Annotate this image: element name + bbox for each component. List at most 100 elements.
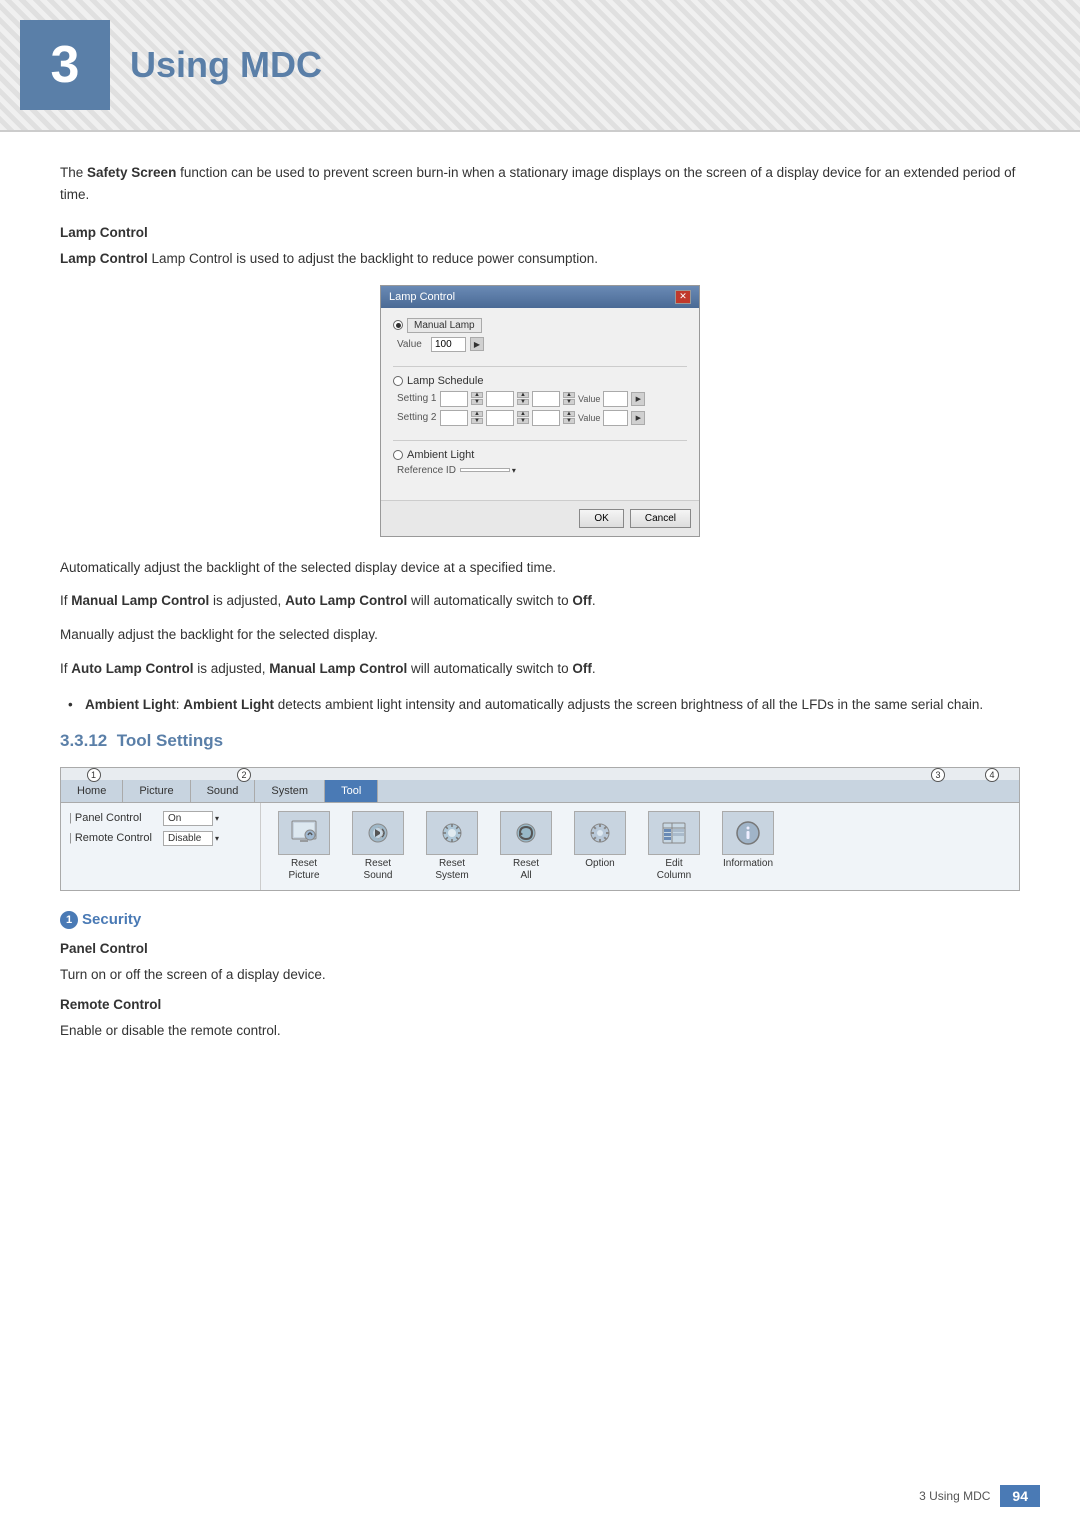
intro-text: The Safety Screen function can be used t… [60, 162, 1020, 205]
manually-adjust-text: Manually adjust the backlight for the se… [60, 624, 1020, 646]
divider-1 [393, 366, 687, 367]
tool-body: Panel Control On ▾ Remote Control Disabl… [61, 803, 1019, 890]
panel-control-desc: Turn on or off the screen of a display d… [60, 964, 1020, 986]
tabs-container: 1 2 3 4 Home Picture Sound System Tool [61, 768, 1019, 803]
information-icon-box[interactable] [722, 811, 774, 855]
time-field-2d[interactable] [603, 410, 628, 426]
time-field-1b[interactable] [486, 391, 514, 407]
security-title: Security [82, 911, 141, 928]
time-field-2b[interactable] [486, 410, 514, 426]
schedule-setting2-row: Setting 2 ▲▼ ▲▼ ▲▼ Value [393, 410, 687, 426]
page-footer: 3 Using MDC 94 [919, 1485, 1040, 1507]
value-input[interactable] [431, 337, 466, 352]
page-number: 94 [1000, 1485, 1040, 1507]
information-icon [732, 817, 764, 849]
manual-lamp-section: Manual Lamp Value ▶ [393, 318, 687, 352]
remote-dropdown-arrow[interactable]: ▾ [215, 834, 219, 843]
setting2-label: Setting 2 [397, 412, 437, 423]
reset-picture-icon [288, 817, 320, 849]
time-arrow-2a[interactable]: ▲▼ [471, 411, 483, 424]
remote-control-row: Remote Control Disable ▾ [69, 831, 252, 846]
panel-control-row: Panel Control On ▾ [69, 811, 252, 826]
schedule-setting1-row: Setting 1 ▲▼ ▲▼ ▲▼ Value [393, 391, 687, 407]
edit-column-item[interactable]: EditColumn [639, 811, 709, 882]
remote-control-value[interactable]: Disable [163, 831, 213, 846]
time-field-2a[interactable] [440, 410, 468, 426]
ambient-light-radio-button[interactable] [393, 450, 403, 460]
divider-2 [393, 440, 687, 441]
reset-picture-icon-box[interactable] [278, 811, 330, 855]
remote-control-desc: Enable or disable the remote control. [60, 1020, 1020, 1042]
lamp-schedule-radio[interactable]: Lamp Schedule [393, 375, 687, 387]
manual-to-auto-text: If Manual Lamp Control is adjusted, Auto… [60, 590, 1020, 612]
cancel-button[interactable]: Cancel [630, 509, 691, 528]
tab-tool[interactable]: Tool [325, 780, 378, 802]
time-arrow-1b[interactable]: ▲▼ [517, 392, 529, 405]
dialog-footer: OK Cancel [381, 500, 699, 536]
dialog-body: Manual Lamp Value ▶ Lamp Schedule [381, 308, 699, 500]
manual-lamp-value-row: Value ▶ [393, 337, 687, 352]
time-field-1d[interactable] [603, 391, 628, 407]
ok-button[interactable]: OK [579, 509, 623, 528]
manual-lamp-radio-button[interactable] [393, 320, 403, 330]
reset-all-icon-box[interactable] [500, 811, 552, 855]
ambient-light-label: Ambient Light [407, 449, 474, 461]
time-arrow-2c[interactable]: ▲▼ [563, 411, 575, 424]
manual-lamp-label: Manual Lamp [407, 318, 482, 333]
information-label: Information [723, 858, 773, 870]
reset-all-item[interactable]: ResetAll [491, 811, 561, 882]
chapter-title: Using MDC [130, 44, 322, 86]
reset-sound-icon-box[interactable] [352, 811, 404, 855]
time-arrow-1a[interactable]: ▲▼ [471, 392, 483, 405]
value-arrow-1[interactable]: ▶ [631, 392, 645, 406]
value-label: Value [397, 339, 427, 350]
manual-lamp-radio[interactable]: Manual Lamp [393, 318, 687, 333]
reset-system-item[interactable]: ResetSystem [417, 811, 487, 882]
security-section-title: 1 Security [60, 911, 1020, 929]
option-icon-box[interactable] [574, 811, 626, 855]
information-item[interactable]: Information [713, 811, 783, 882]
panel-control-value[interactable]: On [163, 811, 213, 826]
value-arrow[interactable]: ▶ [470, 337, 484, 351]
reset-system-icon-box[interactable] [426, 811, 478, 855]
time-field-1c[interactable] [532, 391, 560, 407]
lamp-control-dialog-container: Lamp Control ✕ Manual Lamp Value ▶ [60, 285, 1020, 537]
reset-sound-label: ResetSound [364, 858, 393, 882]
reference-id-dropdown[interactable]: ▾ [460, 466, 516, 475]
time-arrow-2b[interactable]: ▲▼ [517, 411, 529, 424]
ambient-bullet-item: Ambient Light: Ambient Light detects amb… [60, 694, 1020, 716]
remote-control-dropdown[interactable]: Disable ▾ [163, 831, 219, 846]
panel-dropdown-arrow[interactable]: ▾ [215, 814, 219, 823]
tab-sound[interactable]: Sound [191, 780, 256, 802]
reset-picture-item[interactable]: ResetPicture [269, 811, 339, 882]
setting1-label: Setting 1 [397, 393, 437, 404]
option-icon [584, 817, 616, 849]
reference-id-dropdown-box[interactable] [460, 468, 510, 472]
dialog-close-button[interactable]: ✕ [675, 290, 691, 304]
reference-id-dropdown-arrow[interactable]: ▾ [512, 466, 516, 475]
tab-system[interactable]: System [255, 780, 325, 802]
reset-picture-label: ResetPicture [288, 858, 319, 882]
chapter-header: 3 Using MDC [0, 0, 1080, 132]
ambient-light-value-row: Reference ID ▾ [393, 465, 687, 476]
main-content: The Safety Screen function can be used t… [0, 132, 1080, 1114]
edit-column-icon [658, 817, 690, 849]
tab-picture[interactable]: Picture [123, 780, 190, 802]
remote-control-label: Remote Control [69, 832, 159, 844]
ambient-light-radio[interactable]: Ambient Light [393, 449, 687, 461]
lamp-schedule-radio-button[interactable] [393, 376, 403, 386]
time-field-2c[interactable] [532, 410, 560, 426]
option-item[interactable]: Option [565, 811, 635, 882]
ambient-bullet-list: Ambient Light: Ambient Light detects amb… [60, 694, 1020, 716]
edit-column-icon-box[interactable] [648, 811, 700, 855]
time-field-1a[interactable] [440, 391, 468, 407]
footer-text: 3 Using MDC [919, 1489, 990, 1503]
reset-sound-item[interactable]: ResetSound [343, 811, 413, 882]
tool-tabs: Home Picture Sound System Tool [61, 780, 1019, 803]
tab-home[interactable]: Home [61, 780, 123, 802]
auto-to-manual-text: If Auto Lamp Control is adjusted, Manual… [60, 658, 1020, 680]
reset-all-icon [510, 817, 542, 849]
value-arrow-2[interactable]: ▶ [631, 411, 645, 425]
time-arrow-1c[interactable]: ▲▼ [563, 392, 575, 405]
panel-control-dropdown[interactable]: On ▾ [163, 811, 219, 826]
